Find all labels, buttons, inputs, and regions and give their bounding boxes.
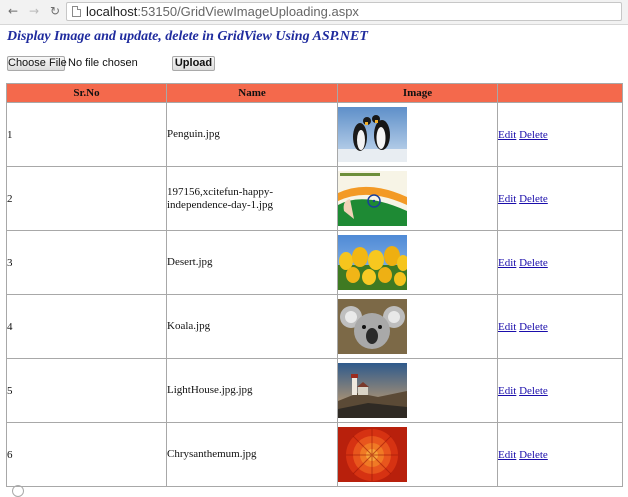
table-row: 2 197156,xcitefun-happy-independence-day… xyxy=(6,166,623,231)
forward-arrow-icon[interactable]: → xyxy=(27,4,41,18)
cell-actions: Edit Delete xyxy=(497,422,623,487)
edit-link[interactable]: Edit xyxy=(498,193,516,205)
upload-button[interactable]: Upload xyxy=(172,56,215,71)
delete-link[interactable]: Delete xyxy=(519,385,548,397)
cell-image xyxy=(337,230,498,295)
table-row: 1 Penguin.jpg Edit Delete xyxy=(6,102,623,167)
cell-image xyxy=(337,294,498,359)
cell-actions: Edit Delete xyxy=(497,102,623,167)
cell-image xyxy=(337,166,498,231)
table-row: 4 Koala.jpg Edit Delete xyxy=(6,294,623,359)
tulips-thumbnail xyxy=(338,235,407,290)
address-bar[interactable]: localhost:53150/GridViewImageUploading.a… xyxy=(66,2,622,21)
cell-srno: 3 xyxy=(6,230,167,295)
back-arrow-icon[interactable]: ← xyxy=(6,4,20,18)
cell-actions: Edit Delete xyxy=(497,230,623,295)
lighthouse-thumbnail xyxy=(338,363,407,418)
edit-link[interactable]: Edit xyxy=(498,321,516,333)
header-actions xyxy=(497,83,623,103)
header-srno: Sr.No xyxy=(6,83,167,103)
edit-link[interactable]: Edit xyxy=(498,449,516,461)
cell-srno: 1 xyxy=(6,102,167,167)
grid-header-row: Sr.No Name Image xyxy=(6,83,623,103)
header-image: Image xyxy=(337,83,498,103)
delete-link[interactable]: Delete xyxy=(519,321,548,333)
cell-actions: Edit Delete xyxy=(497,166,623,231)
cell-name: LightHouse.jpg.jpg xyxy=(166,358,338,423)
cell-srno: 5 xyxy=(6,358,167,423)
file-status: No file chosen xyxy=(68,57,138,69)
edit-link[interactable]: Edit xyxy=(498,385,516,397)
cell-actions: Edit Delete xyxy=(497,294,623,359)
cell-image xyxy=(337,422,498,487)
page-icon xyxy=(72,6,81,17)
edit-link[interactable]: Edit xyxy=(498,257,516,269)
page-title: Display Image and update, delete in Grid… xyxy=(7,29,368,44)
header-name: Name xyxy=(166,83,338,103)
edit-link[interactable]: Edit xyxy=(498,129,516,141)
url-path: :53150/GridViewImageUploading.aspx xyxy=(137,4,359,19)
delete-link[interactable]: Delete xyxy=(519,193,548,205)
cell-name: Penguin.jpg xyxy=(166,102,338,167)
chrysanthemum-thumbnail xyxy=(338,427,407,482)
reload-icon[interactable]: ↻ xyxy=(48,4,62,18)
table-row: 5 LightHouse.jpg.jpg Edit Delete xyxy=(6,358,623,423)
koala-thumbnail xyxy=(338,299,407,354)
cell-name: Chrysanthemum.jpg xyxy=(166,422,338,487)
cell-name: Desert.jpg xyxy=(166,230,338,295)
partial-circle-icon xyxy=(12,485,24,497)
url-host: localhost xyxy=(86,4,138,19)
independence-day-thumbnail xyxy=(338,171,407,226)
delete-link[interactable]: Delete xyxy=(519,449,548,461)
cell-name: 197156,xcitefun-happy-independence-day-1… xyxy=(166,166,338,231)
image-gridview: Sr.No Name Image 1 Penguin.jpg Edit Dele… xyxy=(6,83,623,487)
url-text[interactable]: localhost:53150/GridViewImageUploading.a… xyxy=(86,4,359,20)
browser-toolbar: ← → ↻ localhost:53150/GridViewImageUploa… xyxy=(0,0,628,25)
delete-link[interactable]: Delete xyxy=(519,129,548,141)
cell-image xyxy=(337,102,498,167)
delete-link[interactable]: Delete xyxy=(519,257,548,269)
cell-srno: 4 xyxy=(6,294,167,359)
cell-actions: Edit Delete xyxy=(497,358,623,423)
cell-srno: 2 xyxy=(6,166,167,231)
table-row: 3 Desert.jpg Edit Delete xyxy=(6,230,623,295)
penguins-thumbnail xyxy=(338,107,407,162)
table-row: 6 Chrysanthemum.jpg Edit Delete xyxy=(6,422,623,487)
choose-file-button[interactable]: Choose File xyxy=(7,56,67,71)
cell-image xyxy=(337,358,498,423)
cell-srno: 6 xyxy=(6,422,167,487)
cell-name: Koala.jpg xyxy=(166,294,338,359)
